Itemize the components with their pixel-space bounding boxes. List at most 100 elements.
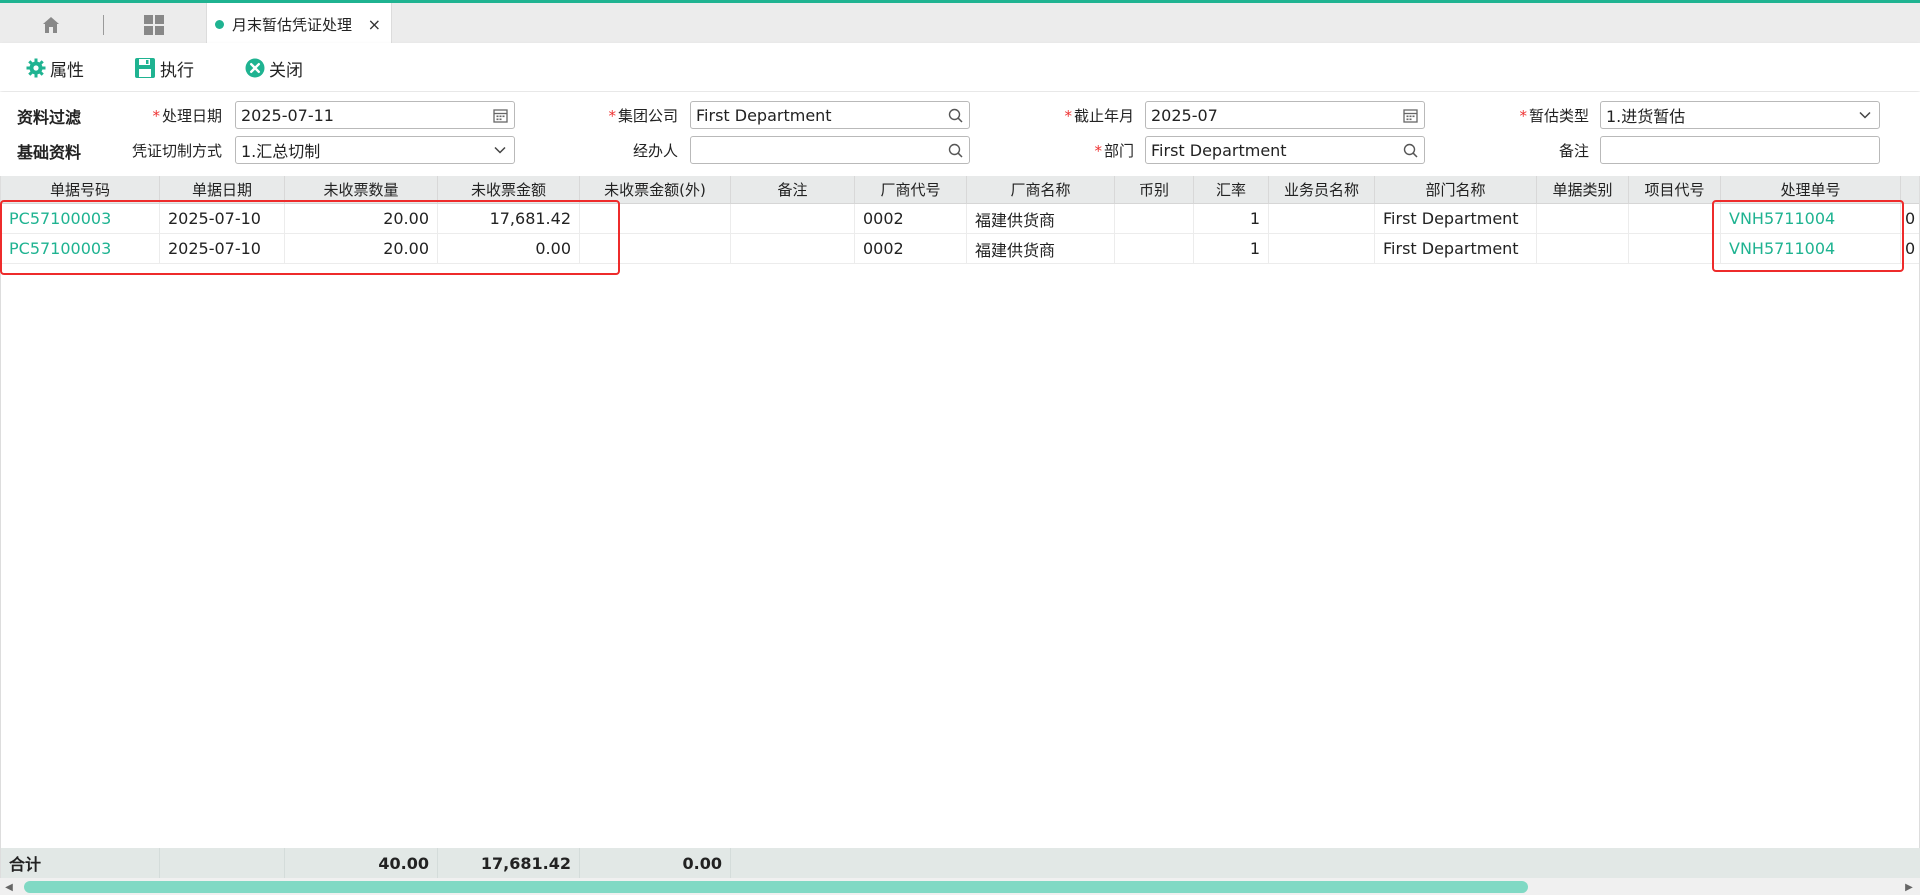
- col-header[interactable]: 单据号码: [1, 176, 160, 203]
- uninvoiced-amount-cell: 0.00: [438, 234, 580, 263]
- vendor-name-cell: 福建供货商: [967, 204, 1115, 233]
- voucher-mode-value: 1.汇总切制: [241, 142, 321, 161]
- close-label: 关闭: [269, 60, 303, 81]
- scroll-left-icon[interactable]: ◀: [2, 880, 16, 894]
- uninvoiced-amount-cell: 17,681.42: [438, 204, 580, 233]
- group-company-label: * 集团公司: [608, 107, 678, 125]
- cutoff-month-field[interactable]: 2025-07: [1145, 101, 1425, 129]
- uninvoiced-qty-cell: 20.00: [285, 234, 438, 263]
- grid-header: 单据号码 单据日期 未收票数量 未收票金额 未收票金额(外) 备注 厂商代号 厂…: [1, 176, 1919, 204]
- chevron-down-icon[interactable]: [1857, 107, 1873, 123]
- project-code-cell: [1629, 204, 1721, 233]
- col-header[interactable]: 厂商代号: [855, 176, 967, 203]
- summary-row: 合计 40.00 17,681.42 0.00: [0, 848, 1920, 878]
- search-icon[interactable]: [947, 107, 963, 123]
- summary-label: 合计: [1, 848, 160, 878]
- search-icon[interactable]: [1402, 142, 1418, 158]
- salesperson-cell: [1269, 204, 1375, 233]
- tab-close-icon[interactable]: ×: [368, 15, 381, 34]
- col-header[interactable]: [1901, 176, 1919, 203]
- table-row[interactable]: PC57100003 2025-07-10 20.00 0.00 0002 福建…: [1, 234, 1919, 264]
- remark-field[interactable]: [1600, 136, 1880, 164]
- remark-label: 备注: [1558, 142, 1589, 160]
- process-number-link[interactable]: VNH5711004: [1721, 234, 1901, 263]
- col-header[interactable]: 处理单号: [1721, 176, 1901, 203]
- group-company-value: First Department: [696, 105, 832, 125]
- tab-month-end-estimate[interactable]: 月末暂估凭证处理 ×: [206, 3, 392, 46]
- col-header[interactable]: 备注: [731, 176, 855, 203]
- doc-type-cell: [1537, 204, 1629, 233]
- properties-label: 属性: [50, 60, 84, 81]
- estimate-type-select[interactable]: 1.进货暂估: [1600, 101, 1880, 129]
- col-header[interactable]: 业务员名称: [1269, 176, 1375, 203]
- table-row[interactable]: PC57100003 2025-07-10 20.00 17,681.42 00…: [1, 204, 1919, 234]
- chevron-down-icon[interactable]: [492, 142, 508, 158]
- col-header[interactable]: 厂商名称: [967, 176, 1115, 203]
- section-basic-label: 基础资料: [17, 143, 82, 162]
- uninvoiced-foreign-cell: [580, 234, 731, 263]
- gear-icon: [26, 58, 46, 78]
- calendar-icon[interactable]: [492, 107, 508, 123]
- doc-type-cell: [1537, 234, 1629, 263]
- col-header[interactable]: 汇率: [1194, 176, 1269, 203]
- summary-empty: [160, 848, 285, 878]
- department-name-cell: First Department: [1375, 234, 1537, 263]
- col-header[interactable]: 单据类别: [1537, 176, 1629, 203]
- tab-separator: [103, 15, 104, 35]
- summary-qty-total: 40.00: [285, 848, 438, 878]
- doc-date-cell: 2025-07-10: [160, 234, 285, 263]
- exchange-rate-cell: 1: [1194, 234, 1269, 263]
- project-code-cell: [1629, 234, 1721, 263]
- voucher-mode-label: 凭证切制方式: [131, 142, 222, 160]
- vendor-code-cell: 0002: [855, 204, 967, 233]
- department-name-cell: First Department: [1375, 204, 1537, 233]
- cutoff-month-value: 2025-07: [1151, 105, 1218, 125]
- process-date-value: 2025-07-11: [241, 105, 334, 125]
- close-button[interactable]: 关闭: [245, 55, 303, 81]
- group-company-field[interactable]: First Department: [690, 101, 970, 129]
- col-header[interactable]: 币别: [1115, 176, 1194, 203]
- cutoff-month-label: * 截止年月: [1064, 107, 1134, 125]
- close-circle-icon: [245, 58, 265, 78]
- uninvoiced-foreign-cell: [580, 204, 731, 233]
- salesperson-cell: [1269, 234, 1375, 263]
- exchange-rate-cell: 1: [1194, 204, 1269, 233]
- col-header[interactable]: 未收票数量: [285, 176, 438, 203]
- filter-panel: 资料过滤 基础资料 * 处理日期 2025-07-11 * 集团公司 First D…: [0, 92, 1920, 174]
- properties-button[interactable]: 属性: [26, 55, 84, 81]
- execute-button[interactable]: 执行: [134, 55, 194, 81]
- col-header[interactable]: 单据日期: [160, 176, 285, 203]
- summary-amount-total: 17,681.42: [438, 848, 580, 878]
- doc-number-link[interactable]: PC57100003: [1, 234, 160, 263]
- tab-title: 月末暂估凭证处理: [232, 16, 353, 34]
- summary-foreign-total: 0.00: [580, 848, 731, 878]
- home-icon[interactable]: [37, 11, 65, 39]
- col-header[interactable]: 项目代号: [1629, 176, 1721, 203]
- calendar-icon[interactable]: [1402, 107, 1418, 123]
- voucher-mode-select[interactable]: 1.汇总切制: [235, 136, 515, 164]
- doc-date-cell: 2025-07-10: [160, 204, 285, 233]
- department-field[interactable]: First Department: [1145, 136, 1425, 164]
- col-header[interactable]: 未收票金额(外): [580, 176, 731, 203]
- handler-label: 经办人: [632, 142, 678, 160]
- search-icon[interactable]: [947, 142, 963, 158]
- overflow-cell: 0: [1901, 204, 1919, 233]
- save-icon: [135, 58, 155, 78]
- scrollbar-thumb[interactable]: [24, 881, 1528, 893]
- process-date-label: * 处理日期: [152, 107, 222, 125]
- remark-cell: [731, 204, 855, 233]
- process-date-field[interactable]: 2025-07-11: [235, 101, 515, 129]
- handler-field[interactable]: [690, 136, 970, 164]
- overflow-cell: 0: [1901, 234, 1919, 263]
- doc-number-link[interactable]: PC57100003: [1, 204, 160, 233]
- tab-status-dot: [215, 20, 224, 29]
- estimate-type-label: * 暂估类型: [1519, 107, 1589, 125]
- scroll-right-icon[interactable]: ▶: [1902, 880, 1916, 894]
- col-header[interactable]: 未收票金额: [438, 176, 580, 203]
- process-number-link[interactable]: VNH5711004: [1721, 204, 1901, 233]
- section-filter-label: 资料过滤: [17, 108, 82, 127]
- col-header[interactable]: 部门名称: [1375, 176, 1537, 203]
- apps-grid-icon[interactable]: [140, 11, 168, 39]
- horizontal-scrollbar[interactable]: ◀ ▶: [0, 878, 1920, 895]
- department-value: First Department: [1151, 140, 1287, 160]
